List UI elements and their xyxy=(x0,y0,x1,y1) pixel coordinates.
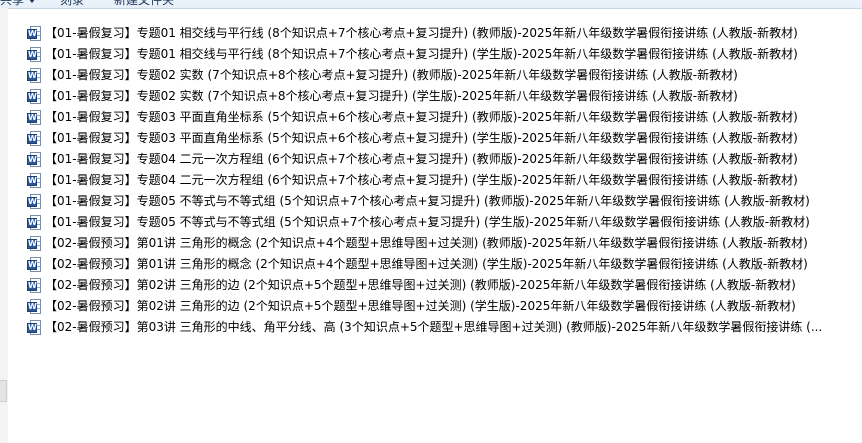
word-doc-icon: W xyxy=(27,131,41,146)
word-doc-icon-letter: W xyxy=(27,239,37,249)
file-list-item[interactable]: W 【02-暑假预习】第02讲 三角形的边 (2个知识点+5个题型+思维导图+过… xyxy=(27,296,857,317)
file-list-item[interactable]: W 【01-暑假复习】专题04 二元一次方程组 (6个知识点+7个核心考点+复习… xyxy=(27,149,857,170)
file-list-item[interactable]: W 【01-暑假复习】专题05 不等式与不等式组 (5个知识点+7个核心考点+复… xyxy=(27,191,857,212)
word-doc-icon-letter: W xyxy=(27,302,37,312)
file-list-item[interactable]: W 【01-暑假复习】专题02 实数 (7个知识点+8个核心考点+复习提升) (… xyxy=(27,65,857,86)
word-doc-icon: W xyxy=(27,68,41,83)
word-doc-icon: W xyxy=(27,215,41,230)
file-name: 【01-暑假复习】专题02 实数 (7个知识点+8个核心考点+复习提升) (学生… xyxy=(45,89,738,103)
word-doc-icon-letter: W xyxy=(27,176,37,186)
file-list-item[interactable]: W 【02-暑假预习】第02讲 三角形的边 (2个知识点+5个题型+思维导图+过… xyxy=(27,275,857,296)
word-doc-icon-letter: W xyxy=(27,260,37,270)
word-doc-icon-letter: W xyxy=(27,155,37,165)
file-list-item[interactable]: W 【01-暑假复习】专题02 实数 (7个知识点+8个核心考点+复习提升) (… xyxy=(27,86,857,107)
word-doc-icon: W xyxy=(27,47,41,62)
word-doc-icon: W xyxy=(27,26,41,41)
file-name: 【02-暑假预习】第01讲 三角形的概念 (2个知识点+4个题型+思维导图+过关… xyxy=(45,236,808,250)
file-name: 【01-暑假复习】专题04 二元一次方程组 (6个知识点+7个核心考点+复习提升… xyxy=(45,173,798,187)
file-list-item[interactable]: W 【01-暑假复习】专题01 相交线与平行线 (8个知识点+7个核心考点+复习… xyxy=(27,23,857,44)
word-doc-icon: W xyxy=(27,236,41,251)
burn-button[interactable]: 刻录 xyxy=(60,0,84,8)
file-name: 【01-暑假复习】专题01 相交线与平行线 (8个知识点+7个核心考点+复习提升… xyxy=(45,47,798,61)
file-name: 【02-暑假预习】第01讲 三角形的概念 (2个知识点+4个题型+思维导图+过关… xyxy=(45,257,808,271)
share-label: 共享 xyxy=(0,0,25,7)
word-doc-icon: W xyxy=(27,320,41,335)
word-doc-icon-letter: W xyxy=(27,113,37,123)
file-list-item[interactable]: W 【01-暑假复习】专题03 平面直角坐标系 (5个知识点+6个核心考点+复习… xyxy=(27,128,857,149)
file-list-item[interactable]: W 【02-暑假预习】第03讲 三角形的中线、角平分线、高 (3个知识点+5个题… xyxy=(27,317,857,338)
word-doc-icon-letter: W xyxy=(27,197,37,207)
word-doc-icon: W xyxy=(27,278,41,293)
word-doc-icon: W xyxy=(27,173,41,188)
file-list-item[interactable]: W 【02-暑假预习】第01讲 三角形的概念 (2个知识点+4个题型+思维导图+… xyxy=(27,233,857,254)
file-list-item[interactable]: W 【01-暑假复习】专题03 平面直角坐标系 (5个知识点+6个核心考点+复习… xyxy=(27,107,857,128)
word-doc-icon-letter: W xyxy=(27,29,37,39)
chevron-down-icon xyxy=(28,0,37,3)
word-doc-icon: W xyxy=(27,194,41,209)
file-name: 【01-暑假复习】专题04 二元一次方程组 (6个知识点+7个核心考点+复习提升… xyxy=(45,152,798,166)
file-name: 【02-暑假预习】第02讲 三角形的边 (2个知识点+5个题型+思维导图+过关测… xyxy=(45,299,796,313)
word-doc-icon-letter: W xyxy=(27,50,37,60)
file-list-item[interactable]: W 【01-暑假复习】专题01 相交线与平行线 (8个知识点+7个核心考点+复习… xyxy=(27,44,857,65)
word-doc-icon: W xyxy=(27,110,41,125)
file-name: 【01-暑假复习】专题01 相交线与平行线 (8个知识点+7个核心考点+复习提升… xyxy=(45,26,798,40)
word-doc-icon: W xyxy=(27,152,41,167)
explorer-toolbar: 共享 刻录 新建文件夹 xyxy=(0,0,862,9)
word-doc-icon-letter: W xyxy=(27,92,37,102)
share-button[interactable]: 共享 xyxy=(0,0,37,8)
file-list-item[interactable]: W 【02-暑假预习】第01讲 三角形的概念 (2个知识点+4个题型+思维导图+… xyxy=(27,254,857,275)
word-doc-icon-letter: W xyxy=(27,71,37,81)
file-name: 【01-暑假复习】专题05 不等式与不等式组 (5个知识点+7个核心考点+复习提… xyxy=(45,215,810,229)
word-doc-icon-letter: W xyxy=(27,281,37,291)
file-name: 【02-暑假预习】第02讲 三角形的边 (2个知识点+5个题型+思维导图+过关测… xyxy=(45,278,796,292)
file-list-item[interactable]: W 【01-暑假复习】专题04 二元一次方程组 (6个知识点+7个核心考点+复习… xyxy=(27,170,857,191)
file-name: 【01-暑假复习】专题03 平面直角坐标系 (5个知识点+6个核心考点+复习提升… xyxy=(45,110,798,124)
new-folder-button[interactable]: 新建文件夹 xyxy=(114,0,174,8)
file-list-item[interactable]: W 【01-暑假复习】专题05 不等式与不等式组 (5个知识点+7个核心考点+复… xyxy=(27,212,857,233)
word-doc-icon-letter: W xyxy=(27,323,37,333)
word-doc-icon: W xyxy=(27,89,41,104)
navigation-pane-scrollbar[interactable] xyxy=(0,380,7,402)
word-doc-icon-letter: W xyxy=(27,218,37,228)
file-name: 【01-暑假复习】专题02 实数 (7个知识点+8个核心考点+复习提升) (教师… xyxy=(45,68,738,82)
file-list: W 【01-暑假复习】专题01 相交线与平行线 (8个知识点+7个核心考点+复习… xyxy=(27,23,857,338)
navigation-pane xyxy=(0,8,8,443)
file-name: 【02-暑假预习】第03讲 三角形的中线、角平分线、高 (3个知识点+5个题型+… xyxy=(45,320,823,334)
word-doc-icon: W xyxy=(27,299,41,314)
file-name: 【01-暑假复习】专题03 平面直角坐标系 (5个知识点+6个核心考点+复习提升… xyxy=(45,131,798,145)
word-doc-icon: W xyxy=(27,257,41,272)
word-doc-icon-letter: W xyxy=(27,134,37,144)
file-name: 【01-暑假复习】专题05 不等式与不等式组 (5个知识点+7个核心考点+复习提… xyxy=(45,194,810,208)
